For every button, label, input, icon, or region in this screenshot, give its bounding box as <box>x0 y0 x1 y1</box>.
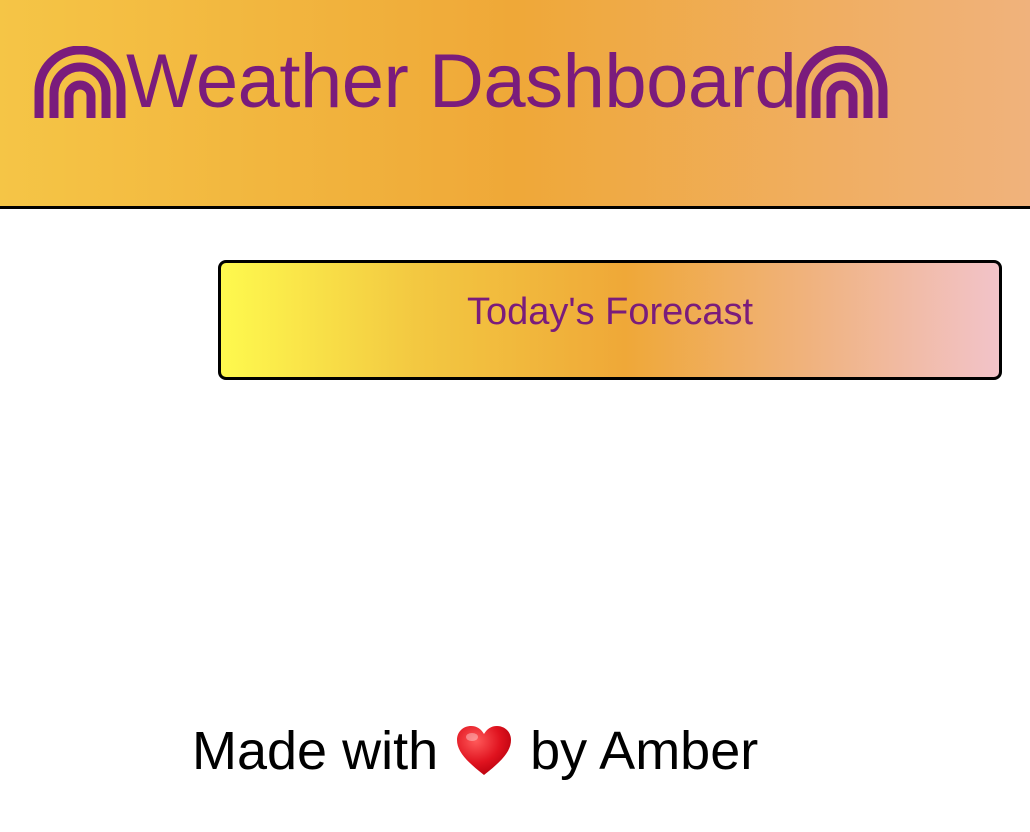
forecast-title: Today's Forecast <box>466 291 754 333</box>
rainbow-icon <box>34 46 126 118</box>
header-banner: Weather Dashboard <box>0 0 1030 209</box>
footer-suffix: by Amber <box>530 721 759 781</box>
page-title: Weather Dashboard <box>126 39 797 124</box>
forecast-card: Today's Forecast <box>218 260 1002 380</box>
title-row: Weather Dashboard <box>34 44 888 120</box>
footer-credit: Made with by Amber <box>192 718 758 784</box>
footer-prefix: Made with <box>192 721 439 781</box>
rainbow-icon <box>796 46 888 118</box>
heart-icon <box>457 726 512 775</box>
